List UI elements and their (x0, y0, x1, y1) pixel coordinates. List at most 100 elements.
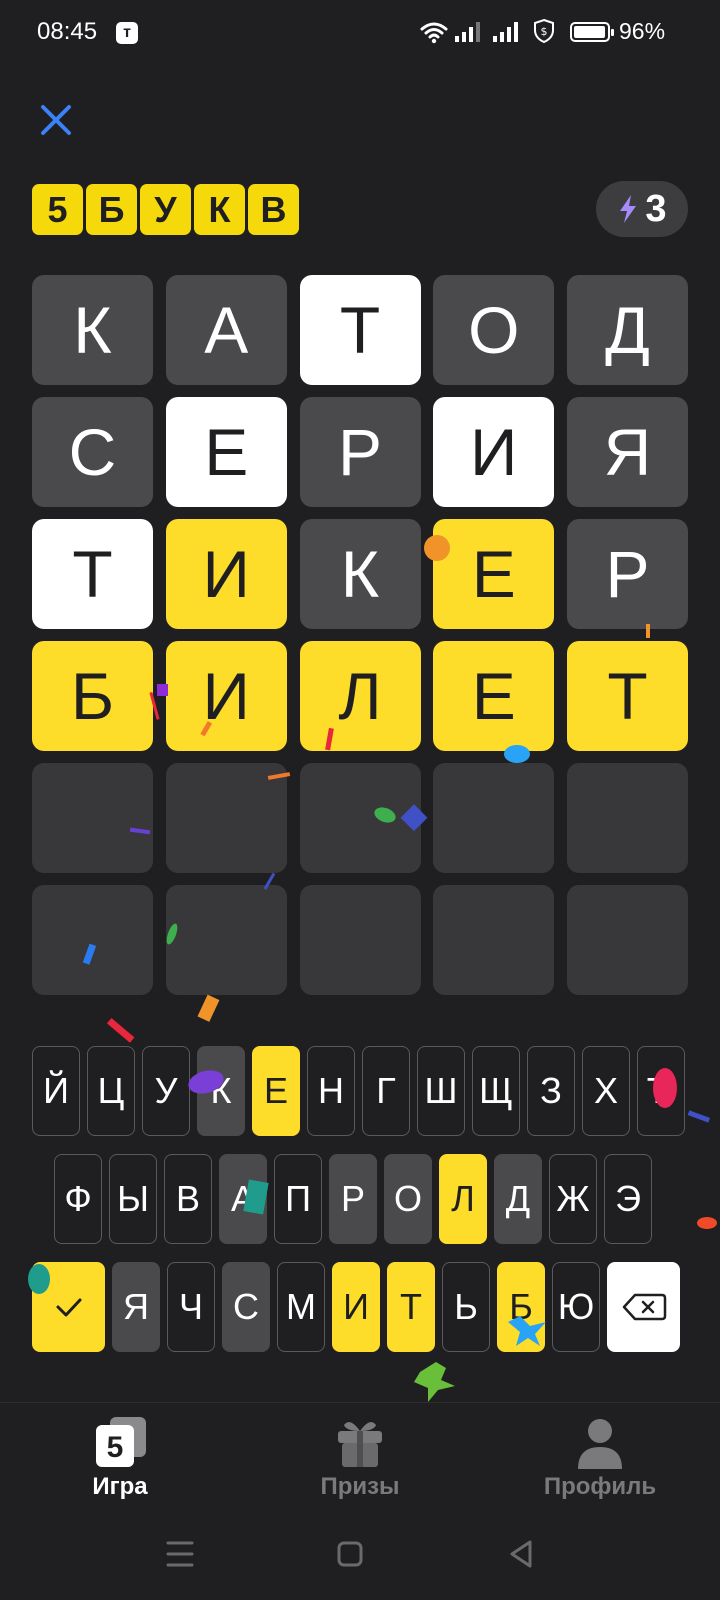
board-cell: Р (567, 519, 688, 629)
game-five-icon: 5 (96, 1417, 146, 1467)
board-cell: И (433, 397, 555, 507)
status-time: 08:45 (37, 18, 98, 45)
battery-percentage: 96% (619, 18, 666, 44)
key[interactable]: Ы (109, 1154, 157, 1244)
key[interactable]: Й (32, 1046, 80, 1136)
board-cell: Б (32, 641, 153, 751)
key[interactable]: И (332, 1262, 380, 1352)
key[interactable]: Ш (417, 1046, 465, 1136)
board-cell: К (299, 519, 421, 629)
key[interactable]: У (142, 1046, 190, 1136)
key[interactable]: Р (329, 1154, 377, 1244)
user-icon (578, 1419, 622, 1469)
board-cell (32, 885, 153, 995)
submit-button[interactable] (32, 1262, 105, 1352)
key[interactable]: Ц (87, 1046, 135, 1136)
key[interactable]: Г (362, 1046, 410, 1136)
key[interactable]: Ф (54, 1154, 102, 1244)
back-icon[interactable] (502, 1534, 542, 1574)
key[interactable]: О (384, 1154, 432, 1244)
keyboard-row-1: ЙЦУКЕНГШЩЗХЪ (32, 1046, 685, 1136)
board-cell: К (32, 275, 153, 385)
logo-letter: Б (86, 184, 137, 235)
key[interactable]: Н (307, 1046, 355, 1136)
shield-icon: $ (534, 18, 554, 44)
status-bar: 08:45 т $ 96% (0, 0, 720, 64)
keyboard-row-2: ФЫВАПРОЛДЖЭ (54, 1154, 652, 1244)
board-cell: Д (567, 275, 688, 385)
board-cell (433, 763, 555, 873)
backspace-icon (622, 1293, 666, 1321)
key[interactable]: Е (252, 1046, 300, 1136)
logo-letter: К (194, 184, 245, 235)
key[interactable]: С (222, 1262, 270, 1352)
key[interactable]: Л (439, 1154, 487, 1244)
battery-icon (570, 22, 614, 42)
logo-letter: У (140, 184, 191, 235)
board-cell (165, 885, 287, 995)
energy-counter[interactable]: 3 (596, 181, 688, 237)
key[interactable]: Э (604, 1154, 652, 1244)
key[interactable]: Ю (552, 1262, 600, 1352)
key[interactable]: Ч (167, 1262, 215, 1352)
game-board: КАТОДСЕРИЯТИКЕРБИЛЕТ (32, 275, 688, 995)
board-cell (567, 885, 688, 995)
key[interactable]: М (277, 1262, 325, 1352)
signal-icon (455, 22, 480, 42)
logo-letter: В (248, 184, 299, 235)
board-cell: Я (567, 397, 688, 507)
svg-text:5: 5 (107, 1431, 124, 1464)
board-cell: Т (32, 519, 153, 629)
board-cell: И (165, 519, 287, 629)
gift-icon (338, 1422, 382, 1467)
key[interactable]: П (274, 1154, 322, 1244)
board-cell (32, 763, 153, 873)
board-cell: И (165, 641, 287, 751)
board-cell: А (165, 275, 287, 385)
energy-count: 3 (645, 187, 667, 230)
board-cell (165, 763, 287, 873)
key[interactable]: Ъ (637, 1046, 685, 1136)
wifi-icon (420, 22, 448, 44)
svg-text:$: $ (541, 25, 548, 38)
nav-prizes[interactable]: Призы (280, 1403, 440, 1503)
key[interactable]: А (219, 1154, 267, 1244)
menu-icon[interactable] (160, 1534, 200, 1574)
backspace-button[interactable] (607, 1262, 680, 1352)
close-icon[interactable] (36, 100, 76, 140)
key[interactable]: Х (582, 1046, 630, 1136)
nav-prizes-label: Призы (320, 1473, 400, 1500)
key[interactable]: Ь (442, 1262, 490, 1352)
board-cell: Е (433, 519, 555, 629)
nav-profile[interactable]: Профиль (520, 1403, 680, 1503)
home-icon[interactable] (330, 1534, 370, 1574)
key[interactable]: В (164, 1154, 212, 1244)
key[interactable]: Т (387, 1262, 435, 1352)
nav-game-label: Игра (92, 1473, 148, 1500)
board-cell (567, 763, 688, 873)
board-cell: Т (299, 275, 421, 385)
board-cell: Е (165, 397, 287, 507)
key[interactable]: Я (112, 1262, 160, 1352)
logo-letter: 5 (32, 184, 83, 235)
key[interactable]: Б (497, 1262, 545, 1352)
game-logo: 5БУКВ (32, 184, 299, 235)
board-cell: Р (299, 397, 421, 507)
key[interactable]: Ж (549, 1154, 597, 1244)
keyboard-row-3: ЯЧСМИТЬБЮ (32, 1262, 680, 1352)
board-cell: Л (299, 641, 421, 751)
key[interactable]: К (197, 1046, 245, 1136)
system-navigation (0, 1520, 720, 1590)
board-cell: Е (433, 641, 555, 751)
signal-icon (493, 22, 518, 42)
nav-profile-label: Профиль (543, 1473, 657, 1500)
bank-app-icon: т (116, 22, 138, 44)
check-icon (56, 1298, 81, 1317)
nav-game[interactable]: 5 Игра (40, 1403, 200, 1503)
lightning-icon (620, 195, 637, 223)
board-cell (299, 885, 421, 995)
key[interactable]: Д (494, 1154, 542, 1244)
key[interactable]: Щ (472, 1046, 520, 1136)
board-cell: Т (567, 641, 688, 751)
key[interactable]: З (527, 1046, 575, 1136)
